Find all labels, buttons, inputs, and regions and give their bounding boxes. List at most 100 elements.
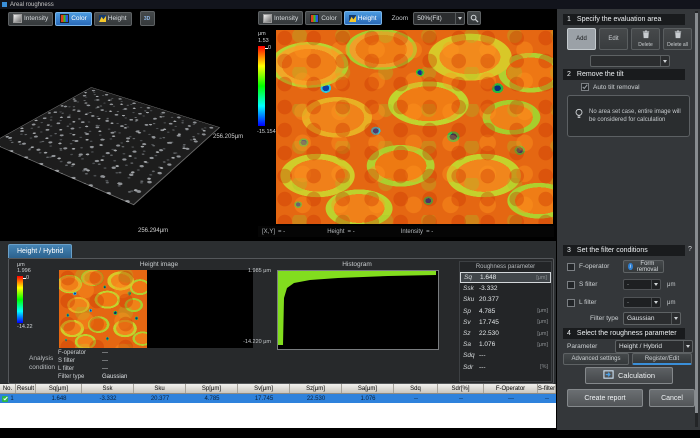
s-filter-input[interactable]: -: [623, 279, 661, 290]
roughness-parameter-row[interactable]: Sa 1.076 [μm]: [460, 339, 551, 350]
table-header-cell[interactable]: Sku: [134, 384, 186, 393]
table-header-cell[interactable]: Sz[μm]: [290, 384, 342, 393]
table-header-cell[interactable]: Sa[μm]: [342, 384, 394, 393]
height-color-image[interactable]: [276, 30, 553, 224]
filter-type-select[interactable]: Gaussian: [623, 312, 681, 325]
sdr-cell: --: [438, 394, 484, 403]
checkbox-icon[interactable]: [567, 263, 575, 271]
checkbox-icon[interactable]: [567, 299, 575, 307]
height-value: = -: [348, 229, 355, 235]
parameter-unit: [μm]: [530, 308, 548, 314]
register-edit-button[interactable]: Register/Edit: [632, 353, 692, 365]
parameter-value: 17.745: [479, 319, 530, 326]
f-operator-row: F-operator i Form removal: [567, 260, 609, 273]
section1-header: 1 Specify the evaluation area: [563, 14, 685, 25]
roughness-parameter-row[interactable]: Sz 22.530 [μm]: [460, 328, 551, 339]
table-header-cell[interactable]: Sq[μm]: [36, 384, 82, 393]
create-report-button[interactable]: Create report: [567, 389, 643, 407]
color-image-label: Color: [321, 15, 337, 22]
checkbox-icon[interactable]: [567, 281, 575, 289]
calculation-button[interactable]: Calculation: [585, 367, 673, 384]
intensity-image-button[interactable]: Intensity: [258, 11, 303, 25]
roughness-parameter-title: Roughness parameter: [460, 264, 551, 270]
l-filter-input[interactable]: -: [623, 297, 661, 308]
section3-header: 3 Set the filter conditions: [563, 245, 685, 256]
table-header-cell[interactable]: Ssk: [82, 384, 134, 393]
condition-label: L filter: [58, 366, 102, 372]
trash-icon: [642, 30, 650, 41]
form-removal-button[interactable]: i Form removal: [623, 260, 664, 273]
s-filter-row: S filter - μm: [567, 278, 597, 291]
parameter-select[interactable]: Height / Hybrid: [615, 340, 693, 353]
table-row[interactable]: 1 1.648 -3.332 20.377 4.785 17.745 22.53…: [0, 394, 556, 403]
roughness-parameter-row[interactable]: Sv 17.745 [μm]: [460, 317, 551, 328]
checkbox-icon[interactable]: [581, 83, 589, 91]
table-header-cell[interactable]: S-filter: [538, 384, 556, 393]
table-header-cell[interactable]: Sdq: [394, 384, 438, 393]
cancel-button[interactable]: Cancel: [649, 389, 695, 407]
delete-area-button[interactable]: Delete: [631, 28, 660, 50]
condition-label: F-operator: [58, 350, 102, 356]
condition-label: Filter type: [58, 374, 102, 380]
area-select[interactable]: [590, 55, 670, 67]
color-view-button[interactable]: Color: [55, 12, 92, 26]
zoom-value: 50%(Fit): [417, 15, 442, 22]
height-view-label: Height: [108, 15, 127, 22]
height-image-thumbnail[interactable]: [59, 270, 147, 348]
app-window: Areal roughness Intensity Color Height 3…: [0, 0, 700, 438]
parameter-name: Sp: [463, 308, 479, 315]
add-area-button[interactable]: Add: [567, 28, 596, 50]
tab-height-hybrid[interactable]: Height / Hybrid: [8, 244, 72, 258]
table-header-cell[interactable]: No.: [0, 384, 16, 393]
xy-label: [X,Y]: [262, 229, 275, 235]
intensity-view-label: Intensity: [24, 15, 48, 22]
analysis-condition-list: F-operator --- S filter --- L filter ---…: [58, 349, 218, 381]
sdq-cell: --: [394, 394, 438, 403]
chevron-down-icon: [683, 341, 692, 352]
intensity-view-button[interactable]: Intensity: [8, 12, 53, 26]
roughness-parameter-row[interactable]: Sku 20.377: [460, 294, 551, 305]
3d-surface-plane: [0, 87, 220, 205]
height-image-title: Height image: [59, 261, 259, 268]
3d-surface-view[interactable]: 256.205μm 256.294μm: [0, 27, 254, 239]
intensity-value: = -: [426, 229, 433, 235]
edit-area-button[interactable]: Edit: [599, 28, 628, 50]
view-3d-button[interactable]: 3D: [140, 11, 155, 26]
parameter-value: ---: [479, 364, 530, 371]
advanced-settings-button[interactable]: Advanced settings: [563, 353, 629, 365]
parameter-row: Parameter Height / Hybrid: [567, 340, 597, 353]
table-header-cell[interactable]: Result: [16, 384, 36, 393]
table-header-cell[interactable]: F-Operator: [484, 384, 538, 393]
color-image-button[interactable]: Color: [305, 11, 342, 25]
zoom-select[interactable]: 50%(Fit): [413, 12, 465, 25]
analysis-condition-row: Filter type Gaussian: [58, 373, 218, 381]
roughness-parameter-row[interactable]: Sdq ---: [460, 350, 551, 361]
parameter-unit: [%]: [530, 364, 548, 370]
roughness-parameter-row[interactable]: Sp 4.785 [μm]: [460, 306, 551, 317]
results-table: No.ResultSq[μm]SskSkuSp[μm]Sv[μm]Sz[μm]S…: [0, 384, 556, 428]
delete-all-areas-button[interactable]: Delete all: [663, 28, 692, 50]
height-image-button[interactable]: Height: [344, 11, 382, 25]
table-header-cell[interactable]: Sdr[%]: [438, 384, 484, 393]
color-gradient-bar: [258, 46, 265, 126]
auto-tilt-checkbox-row[interactable]: Auto tilt removal: [581, 83, 640, 91]
sidebar-scrollbar[interactable]: [695, 11, 698, 427]
table-header-cell[interactable]: Sp[μm]: [186, 384, 238, 393]
height-view-button[interactable]: Height: [94, 12, 132, 26]
help-button[interactable]: ?: [688, 246, 692, 253]
lightbulb-icon: [574, 107, 584, 125]
table-header-cell[interactable]: Sv[μm]: [238, 384, 290, 393]
window-title: Areal roughness: [10, 2, 54, 8]
chevron-down-icon: [651, 298, 660, 307]
area-buttons: Add Edit Delete Delete all: [567, 28, 692, 50]
height-icon: [349, 15, 356, 22]
roughness-parameter-row[interactable]: Ssk -3.332: [460, 283, 551, 294]
filter-type-value: Gaussian: [627, 315, 654, 322]
section4-header: 4 Select the roughness parameter: [563, 328, 685, 339]
histogram-min-label: -14.220 μm: [223, 339, 271, 345]
roughness-parameter-row[interactable]: Sq 1.648 [μm]: [460, 272, 551, 283]
sku-cell: 20.377: [134, 394, 186, 403]
magnifier-button[interactable]: [467, 11, 481, 25]
roughness-parameter-row[interactable]: Sdr --- [%]: [460, 362, 551, 373]
filter-type-label: Filter type: [590, 315, 619, 322]
